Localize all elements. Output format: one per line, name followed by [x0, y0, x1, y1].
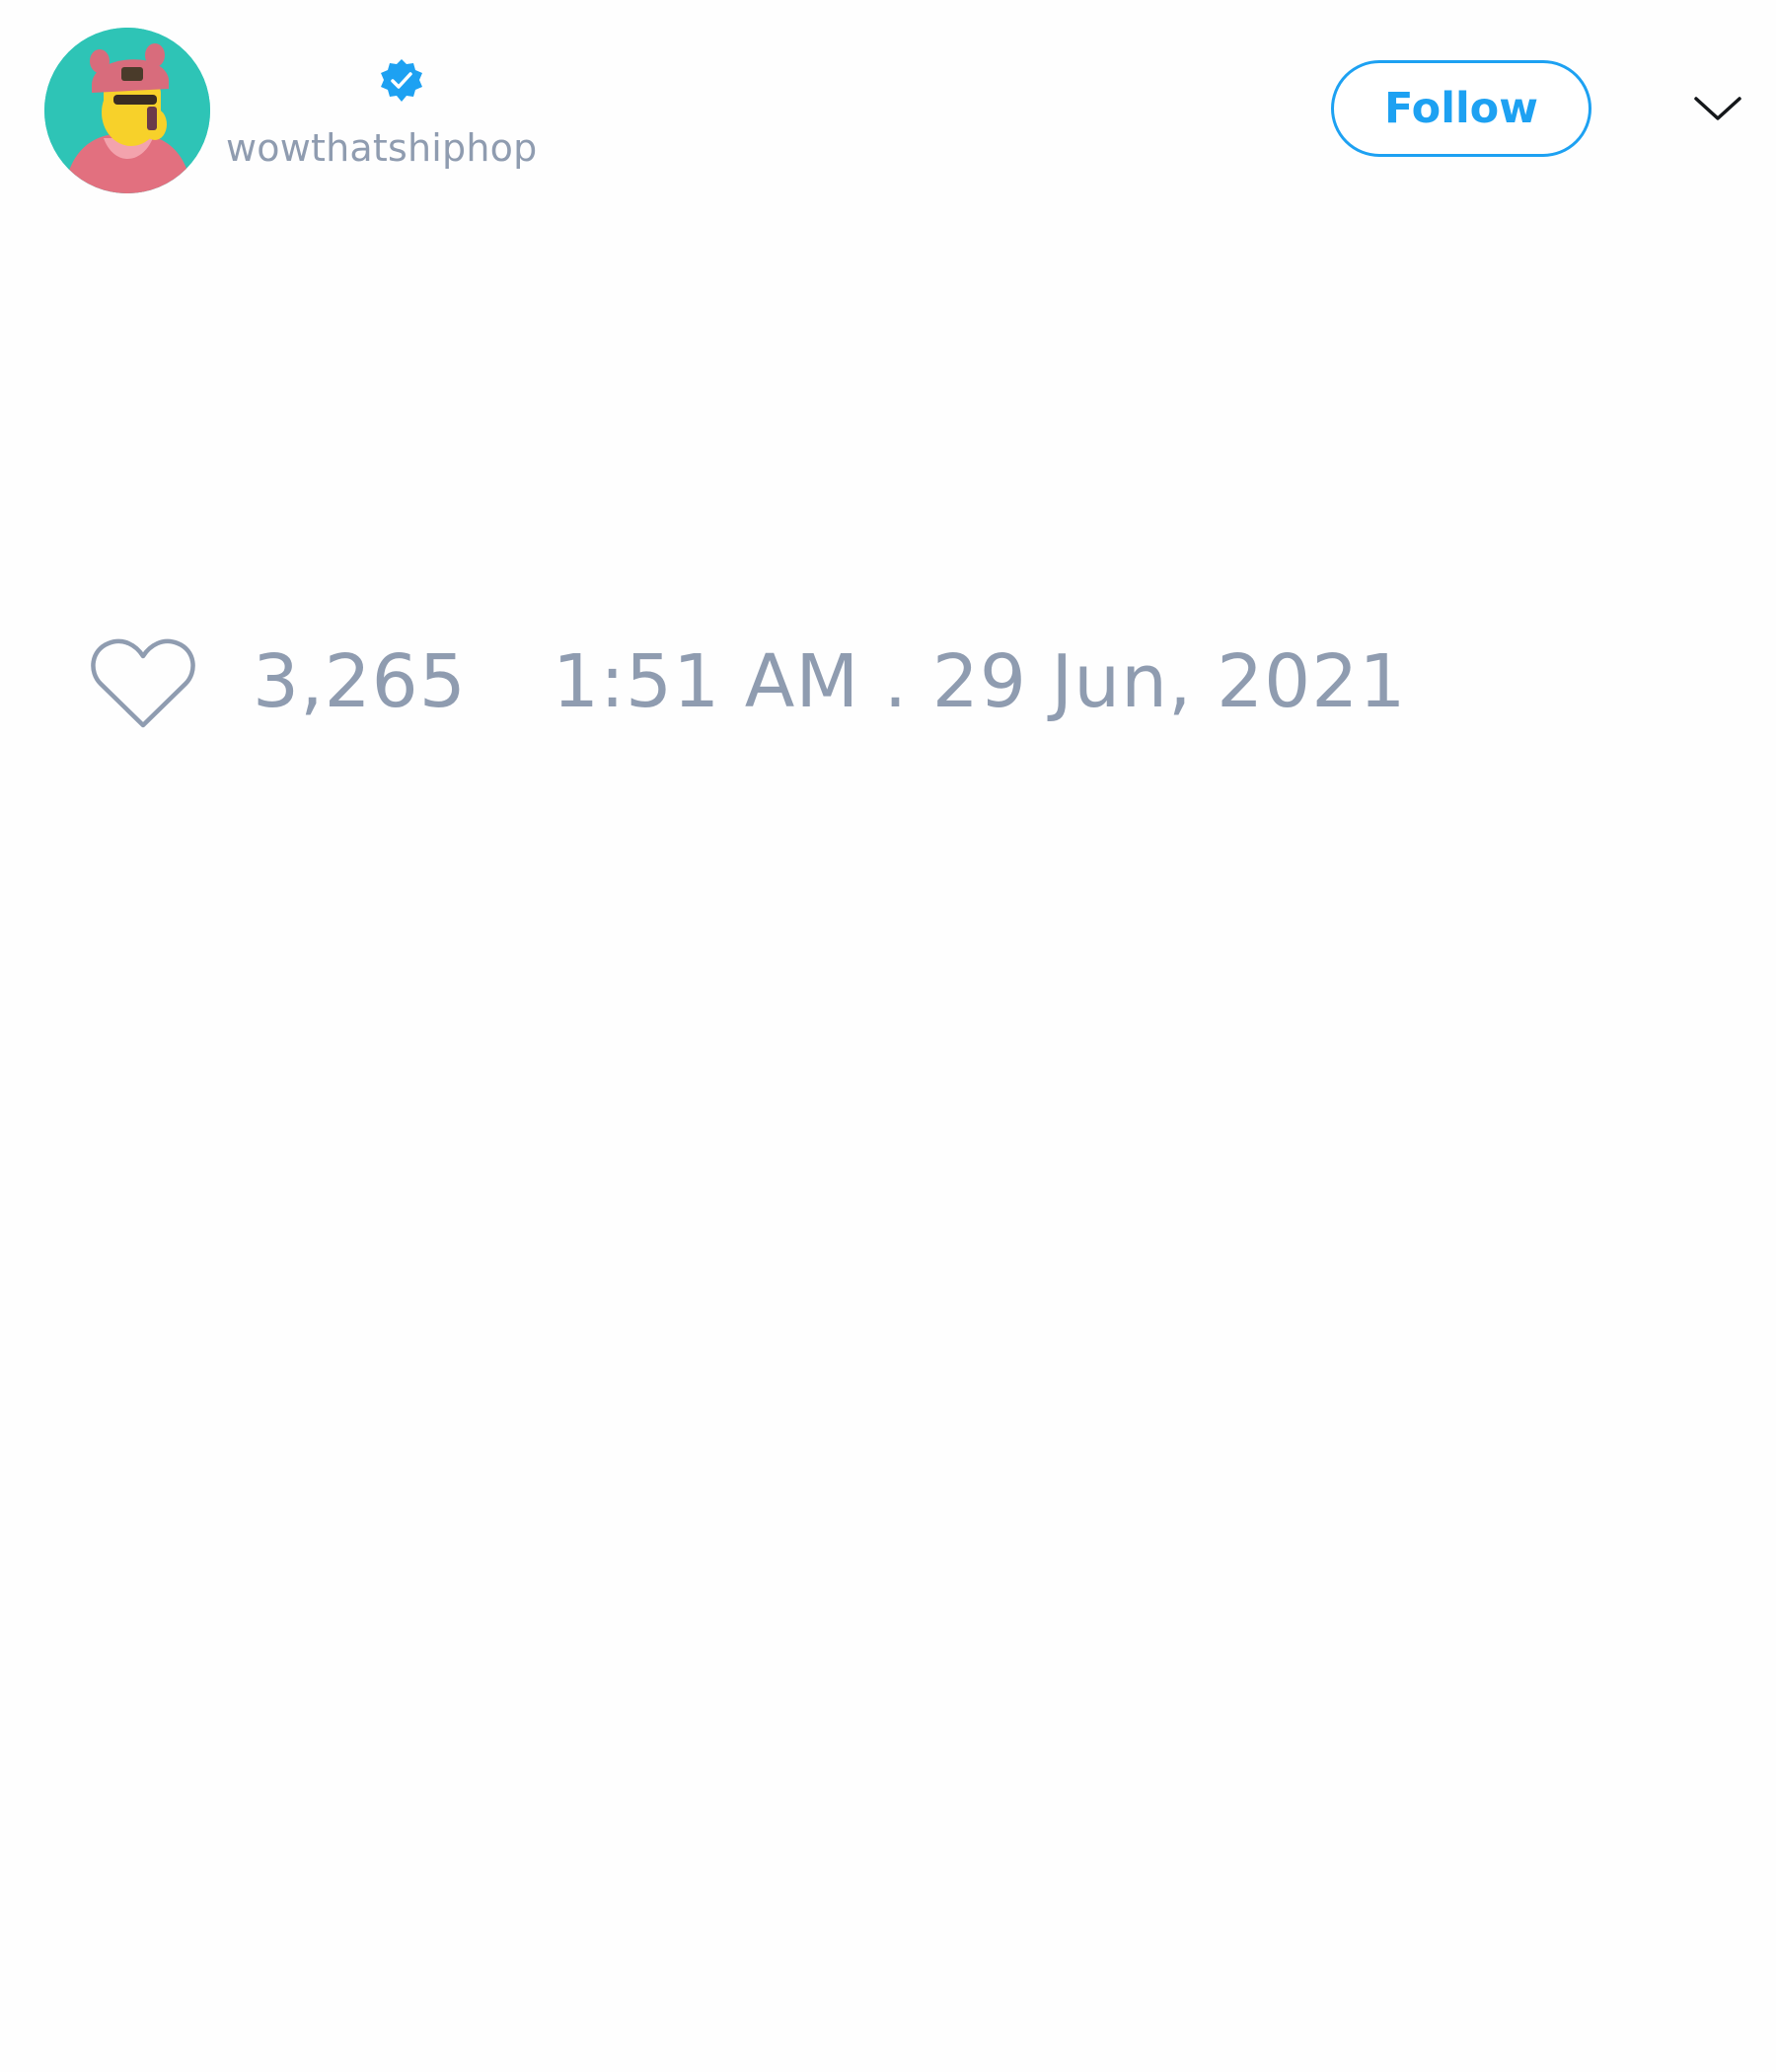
avatar-image	[44, 28, 210, 193]
follow-button[interactable]: Follow	[1331, 60, 1591, 157]
tweet-timestamp[interactable]: 1:51 AM . 29 Jun, 2021	[553, 639, 1406, 724]
tweet-card: wowthatshiphop Follow 3,265 1:51 AM . 29…	[0, 0, 1776, 2072]
user-handle[interactable]: wowthatshiphop	[226, 126, 537, 170]
tweet-header: wowthatshiphop Follow	[0, 0, 1776, 227]
heart-icon[interactable]	[89, 636, 197, 731]
chevron-down-icon[interactable]	[1692, 91, 1743, 126]
tweet-stats: 3,265 1:51 AM . 29 Jun, 2021	[0, 622, 1776, 740]
like-count: 3,265	[253, 639, 467, 724]
avatar[interactable]	[44, 28, 210, 193]
verified-badge-icon	[381, 59, 422, 102]
